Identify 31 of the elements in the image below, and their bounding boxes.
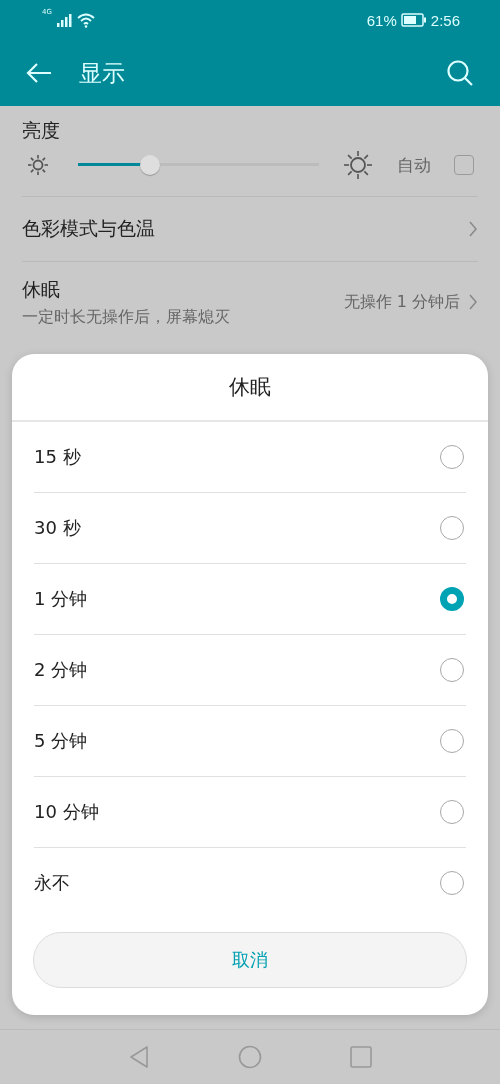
option-row[interactable]: 永不 (34, 848, 466, 918)
chevron-icon (468, 220, 478, 238)
search-icon[interactable] (446, 59, 474, 87)
back-icon[interactable] (25, 61, 53, 85)
wifi-icon (75, 12, 96, 28)
back-nav-icon[interactable] (128, 1045, 150, 1069)
screen-title: 显示 (79, 58, 126, 88)
battery-percent: 61% (366, 11, 397, 29)
clock-time: 2:56 (430, 11, 460, 29)
setting-description: 一定时长无操作后，屏幕熄灭 (22, 306, 231, 328)
auto-label: 自动 (397, 153, 431, 177)
option-row[interactable]: 1 分钟 (34, 564, 466, 635)
setting-value: 无操作 1 分钟后 (343, 291, 460, 313)
auto-checkbox[interactable] (454, 155, 474, 175)
option-row[interactable]: 5 分钟 (34, 706, 466, 777)
recents-nav-icon[interactable] (350, 1046, 372, 1068)
option-row[interactable]: 2 分钟 (34, 635, 466, 706)
radio-button[interactable] (440, 587, 464, 611)
bright-sun-icon (343, 150, 373, 180)
option-row[interactable]: 15 秒 (34, 422, 466, 493)
dialog-title: 休眠 (12, 354, 488, 422)
dim-sun-icon (27, 154, 49, 176)
option-row[interactable]: 10 分钟 (34, 777, 466, 848)
settings-row[interactable]: 休眠 一定时长无操作后，屏幕熄灭 无操作 1 分钟后 (22, 262, 478, 342)
battery-icon (400, 13, 427, 27)
option-row[interactable]: 30 秒 (34, 493, 466, 564)
setting-label: 亮度 (22, 118, 61, 143)
settings-row[interactable]: 色彩模式与色温 (22, 197, 478, 262)
home-nav-icon[interactable] (238, 1045, 262, 1069)
signal-icon (55, 13, 72, 27)
chevron-icon (468, 293, 478, 311)
